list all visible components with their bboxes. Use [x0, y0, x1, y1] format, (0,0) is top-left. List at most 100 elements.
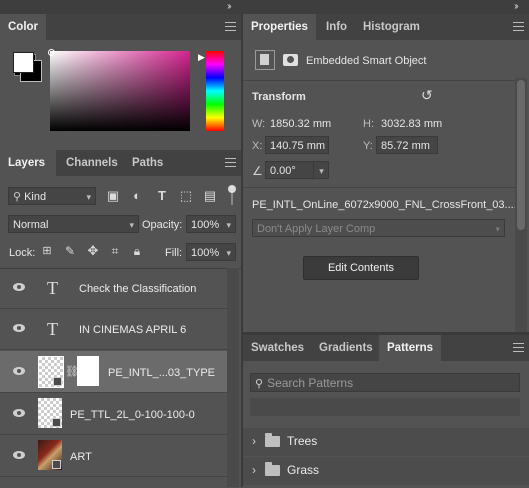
opacity-label: Opacity:: [142, 219, 183, 231]
visibility-eye-icon[interactable]: [13, 409, 25, 417]
layer-row-selected[interactable]: ⛓︎ PE_INTL_...03_TYPE: [0, 351, 237, 393]
search-patterns-input[interactable]: ⚲ Search Patterns: [250, 373, 520, 392]
angle-field[interactable]: 0.00° ▾: [265, 161, 329, 180]
hue-slider-handle[interactable]: ▶: [198, 52, 205, 63]
visibility-eye-icon[interactable]: [13, 324, 25, 332]
text-layer-icon: T: [47, 319, 58, 339]
edit-contents-button[interactable]: Edit Contents: [303, 256, 419, 280]
lock-label: Lock:: [9, 247, 36, 259]
mask-icon[interactable]: [283, 54, 298, 66]
layer-row[interactable]: T IN CINEMAS APRIL 6: [0, 310, 237, 350]
tab-channels[interactable]: Channels: [58, 150, 120, 176]
panel-dock-top-strip: [0, 0, 529, 14]
pattern-preview-strip: [250, 398, 520, 416]
color-panel: Color ▶: [0, 14, 241, 146]
pattern-folder-row[interactable]: › Grass: [243, 457, 529, 485]
filter-toggle-knob[interactable]: [228, 185, 236, 193]
y-field[interactable]: 85.72 mm: [376, 136, 438, 154]
tab-paths[interactable]: Paths: [124, 150, 168, 176]
search-icon: ⚲: [13, 191, 22, 203]
section-divider: [243, 187, 515, 188]
layer-name: PE_INTL_...03_TYPE: [108, 367, 215, 379]
properties-panel-menu-icon[interactable]: [513, 22, 524, 31]
reset-transform-icon[interactable]: ↺: [421, 87, 433, 104]
lock-all-icon[interactable]: 🔒︎: [128, 242, 146, 260]
layer-name: PE_TTL_2L_0-100-100-0: [70, 409, 195, 421]
color-panel-menu-icon[interactable]: [225, 22, 236, 31]
layer-kind-filter[interactable]: ⚲ Kind ▾: [8, 187, 96, 205]
tab-patterns[interactable]: Patterns: [379, 335, 441, 361]
blend-mode-select[interactable]: Normal ▾: [8, 215, 139, 233]
shape-layer-filter-icon[interactable]: ⬚: [177, 187, 195, 205]
lock-transparent-pixels-icon[interactable]: ⊞: [38, 242, 56, 260]
smart-object-filter-icon[interactable]: ▤: [201, 187, 219, 205]
angle-icon: ∠: [252, 164, 263, 178]
layers-panel-menu-icon[interactable]: [225, 158, 236, 167]
adjustment-layer-filter-icon[interactable]: ◐: [128, 187, 146, 205]
visibility-eye-icon[interactable]: [13, 367, 25, 375]
collapse-right-dock-icon[interactable]: ››: [514, 1, 518, 12]
foreground-color-swatch[interactable]: [13, 52, 34, 73]
color-picker-cursor[interactable]: [48, 49, 55, 56]
h-value: 3032.83 mm: [381, 118, 443, 130]
x-field[interactable]: 140.75 mm: [265, 136, 329, 154]
lock-position-icon[interactable]: ✥: [84, 242, 102, 260]
angle-value: 0.00°: [270, 165, 296, 177]
smart-object-doc-glyph: [260, 54, 269, 65]
fill-value: 100%: [191, 247, 220, 259]
lock-artboard-icon[interactable]: ⌗: [106, 242, 124, 260]
tab-layers[interactable]: Layers: [0, 150, 56, 176]
folder-icon: [265, 462, 280, 476]
collapse-left-dock-icon[interactable]: ››: [227, 1, 231, 12]
search-placeholder: Search Patterns: [267, 376, 354, 390]
chevron-down-icon: ▾: [129, 220, 134, 230]
smart-object-badge-icon: [53, 377, 62, 386]
layer-row[interactable]: ART: [0, 435, 237, 477]
layer-row[interactable]: PE_TTL_2L_0-100-100-0: [0, 393, 237, 435]
visibility-eye-icon[interactable]: [13, 283, 25, 291]
patterns-tabbar: Swatches Gradients Patterns: [243, 335, 529, 361]
layers-scrollbar[interactable]: [227, 268, 239, 487]
layer-comp-select[interactable]: Don't Apply Layer Comp ▾: [252, 219, 505, 237]
tab-color[interactable]: Color: [0, 14, 46, 40]
pixel-layer-filter-icon[interactable]: ▣: [104, 187, 122, 205]
folder-name: Trees: [287, 434, 318, 448]
properties-tabbar: Properties Info Histogram: [243, 14, 529, 40]
blend-mode-value: Normal: [13, 219, 49, 231]
mask-icon-hole: [287, 56, 294, 63]
layers-tabbar: Layers Channels Paths: [0, 150, 241, 176]
chevron-down-icon: ▾: [86, 192, 91, 202]
lock-image-pixels-icon[interactable]: ✎: [61, 242, 79, 260]
color-field[interactable]: [50, 51, 190, 131]
fill-field[interactable]: 100% ▾: [186, 243, 236, 261]
tab-info[interactable]: Info: [318, 14, 350, 40]
object-type-label: Embedded Smart Object: [306, 55, 427, 67]
patterns-panel-menu-icon[interactable]: [513, 343, 524, 352]
hue-slider[interactable]: [206, 51, 224, 131]
w-label: W:: [252, 118, 266, 130]
text-layer-icon: T: [47, 278, 58, 298]
layer-thumbnail: [38, 356, 64, 388]
tab-properties[interactable]: Properties: [243, 14, 316, 40]
visibility-eye-icon[interactable]: [13, 451, 25, 459]
tab-histogram[interactable]: Histogram: [355, 14, 425, 40]
properties-scrollbar[interactable]: [515, 78, 527, 332]
chevron-right-icon[interactable]: ›: [252, 463, 256, 477]
tab-gradients[interactable]: Gradients: [311, 335, 377, 361]
chevron-down-icon: ▾: [495, 224, 500, 234]
layer-mask-thumbnail[interactable]: [77, 356, 99, 386]
layer-name: Check the Classification: [79, 283, 197, 295]
smart-object-badge-icon: [52, 460, 61, 469]
folder-name: Grass: [287, 463, 320, 477]
pattern-folder-row[interactable]: › Trees: [243, 428, 529, 456]
layer-name: ART: [70, 451, 92, 463]
opacity-field[interactable]: 100% ▾: [186, 215, 236, 233]
tab-swatches[interactable]: Swatches: [243, 335, 309, 361]
x-value: 140.75 mm: [270, 140, 326, 152]
filter-toggle-track[interactable]: [231, 193, 233, 205]
chevron-right-icon[interactable]: ›: [252, 434, 256, 448]
layer-row[interactable]: T Check the Classification: [0, 269, 237, 309]
type-layer-filter-icon[interactable]: T: [153, 187, 171, 205]
properties-scrollbar-thumb[interactable]: [517, 80, 525, 230]
color-tabbar: Color: [0, 14, 241, 40]
